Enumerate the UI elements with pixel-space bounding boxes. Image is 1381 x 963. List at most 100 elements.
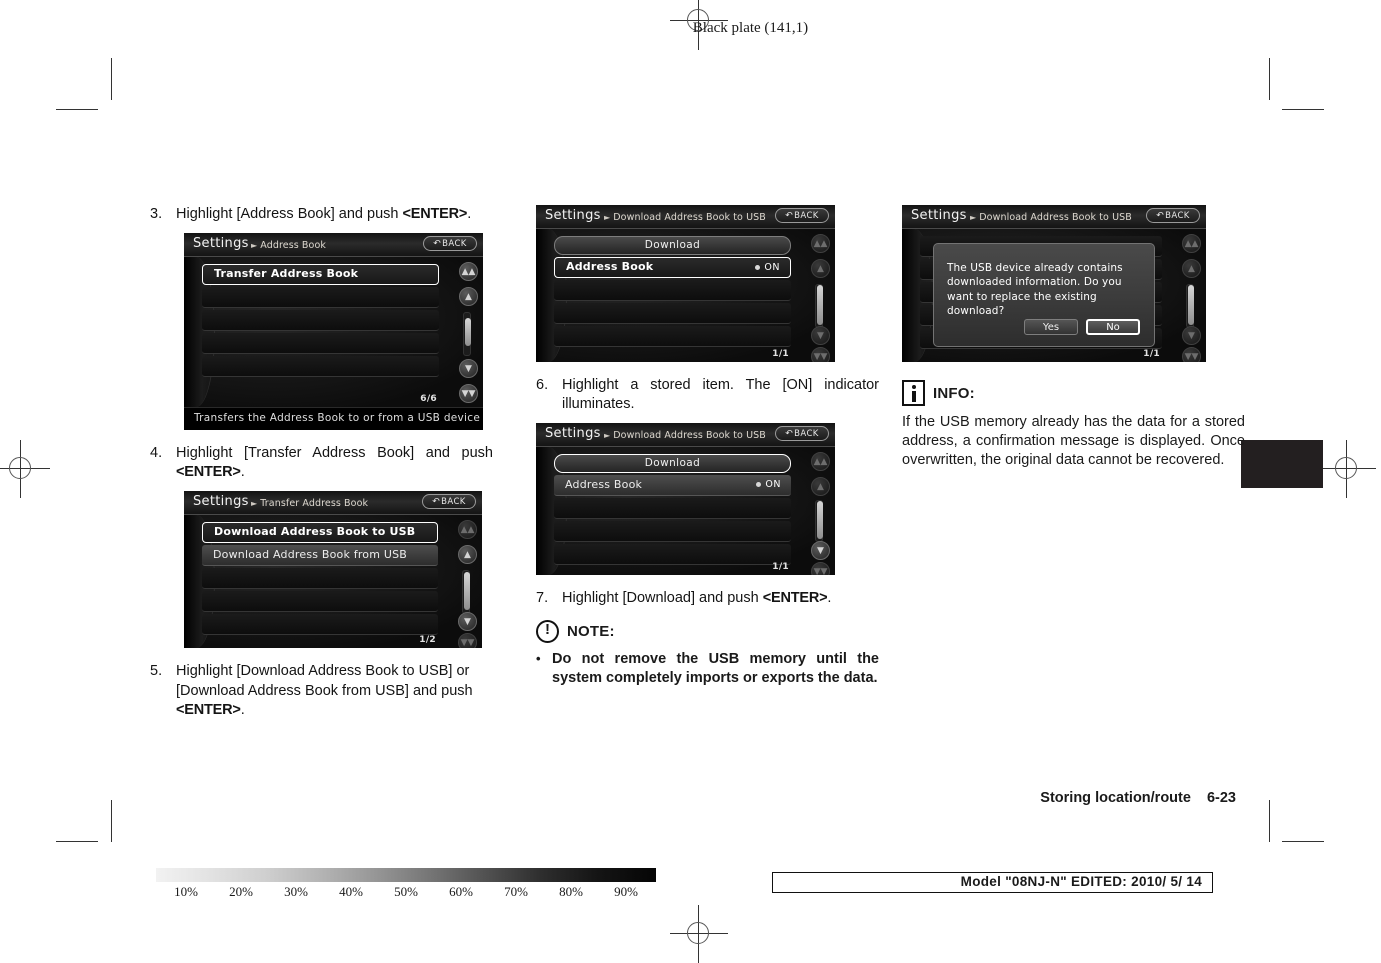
exclamation-icon	[536, 620, 559, 644]
nav-screenshot-download-usb-1: Settings ► Download Address Book to USB ↶…	[536, 205, 835, 362]
scrollbar-thumb-5[interactable]	[1188, 285, 1194, 325]
step-3-text: Highlight [Address Book] and push <ENTER…	[176, 205, 493, 224]
download-button-label: Download	[644, 457, 701, 470]
nav-row-empty[interactable]	[202, 310, 439, 332]
nav-back-label-5: BACK	[1165, 211, 1190, 221]
download-button-2[interactable]: Download	[554, 454, 791, 474]
model-info-box: Model "08NJ-N" EDITED: 2010/ 5/ 14	[772, 872, 1213, 893]
scroll-up-icon[interactable]: ▲	[811, 259, 830, 278]
nav-page-indicator-5: 1/1	[1143, 349, 1160, 359]
nav-row-empty[interactable]	[202, 287, 439, 309]
step-7-enter-key: <ENTER>	[762, 590, 828, 607]
nav-screenshot-transfer-address-book: Settings ► Transfer Address Book ↶BACK Do…	[184, 491, 482, 649]
step-5-text-part1: Highlight [Download Address Book to USB]…	[176, 663, 473, 699]
breadcrumb-arrow-icon: ►	[604, 431, 611, 441]
nav-row-empty[interactable]	[202, 591, 438, 613]
step-5-text: Highlight [Download Address Book to USB]…	[176, 662, 493, 719]
note-callout-header: NOTE:	[536, 620, 879, 644]
step-3-text-part2: .	[467, 206, 472, 222]
nav-page-indicator-4: 1/1	[772, 562, 789, 573]
scroll-down-icon[interactable]: ▼	[458, 612, 477, 632]
scroll-bottom-icon[interactable]: ▼▼	[811, 347, 830, 362]
column-2: Settings ► Download Address Book to USB ↶…	[536, 205, 879, 688]
nav-row-download-to-usb[interactable]: Download Address Book to USB	[202, 522, 438, 544]
scroll-top-icon[interactable]: ▲▲	[458, 520, 477, 540]
step-4-text: Highlight [Transfer Address Book] and pu…	[176, 444, 493, 482]
scroll-top-icon[interactable]: ▲▲	[1182, 234, 1201, 253]
dialog-message: The USB device already contains download…	[947, 262, 1123, 318]
step-5-enter-key: <ENTER>	[176, 701, 241, 718]
nav-body-3: Download Address Book ON ▲▲ ▲ ▼ ▼▼ 1/1	[536, 229, 835, 362]
info-title: INFO:	[933, 384, 975, 402]
scroll-down-icon[interactable]: ▼	[811, 541, 830, 561]
dialog-yes-button[interactable]: Yes	[1024, 319, 1078, 335]
nav-row-empty[interactable]	[554, 544, 791, 566]
gradient-tick: 90%	[614, 884, 638, 899]
nav-row-transfer-address-book[interactable]: Transfer Address Book	[202, 264, 439, 286]
step-4-enter-key: <ENTER>	[176, 464, 241, 481]
scroll-down-icon[interactable]: ▼	[459, 359, 478, 379]
nav-row-empty[interactable]	[202, 568, 438, 590]
step-4-text-part2: .	[240, 464, 245, 481]
scroll-bottom-icon[interactable]: ▼▼	[811, 562, 830, 576]
scroll-up-icon[interactable]: ▲	[1182, 259, 1201, 278]
scroll-top-icon[interactable]: ▲▲	[811, 452, 830, 472]
nav-title-1: Settings	[193, 236, 249, 252]
nav-back-label-1: BACK	[442, 239, 467, 250]
nav-page-indicator-2: 1/2	[419, 635, 436, 646]
scrollbar-thumb-4[interactable]	[817, 501, 823, 540]
nav-back-button-1[interactable]: ↶BACK	[423, 236, 477, 252]
scroll-down-icon[interactable]: ▼	[811, 326, 830, 345]
scroll-down-icon[interactable]: ▼	[1182, 326, 1201, 345]
scroll-top-icon[interactable]: ▲▲	[811, 234, 830, 253]
nav-scroll-controls-3: ▲▲ ▲ ▼ ▼▼	[796, 232, 832, 362]
nav-row-empty[interactable]	[554, 521, 791, 543]
dialog-no-button[interactable]: No	[1086, 319, 1140, 335]
registration-mark-right	[1318, 440, 1376, 498]
nav-row-empty[interactable]	[554, 498, 791, 520]
note-title: NOTE:	[567, 623, 615, 641]
step-4-number: 4.	[150, 445, 163, 462]
nav-back-button-2[interactable]: ↶BACK	[422, 494, 476, 510]
nav-row-empty[interactable]	[554, 326, 791, 347]
back-arrow-icon: ↶	[785, 429, 794, 440]
scroll-up-icon[interactable]: ▲	[459, 287, 478, 307]
nav-back-button-4[interactable]: ↶BACK	[775, 426, 829, 442]
note-body-text: Do not remove the USB memory until the s…	[552, 651, 879, 687]
nav-row-empty[interactable]	[554, 303, 791, 324]
nav-row-download-from-usb[interactable]: Download Address Book from USB	[202, 545, 438, 567]
info-callout-header: INFO:	[902, 380, 1245, 406]
page-columns: 3. Highlight [Address Book] and push <EN…	[150, 205, 1245, 765]
nav-row-empty[interactable]	[202, 356, 439, 378]
step-6-number: 6.	[536, 377, 549, 393]
scroll-bottom-icon[interactable]: ▼▼	[1182, 347, 1201, 362]
gradient-tick: 80%	[559, 884, 583, 899]
breadcrumb-arrow-icon: ►	[251, 499, 258, 509]
scroll-bottom-icon[interactable]: ▼▼	[459, 384, 478, 404]
gradient-tick: 30%	[284, 884, 308, 899]
scroll-up-icon[interactable]: ▲	[811, 477, 830, 497]
nav-scroll-controls-4: ▲▲ ▲ ▼ ▼▼	[796, 450, 832, 576]
scroll-up-icon[interactable]: ▲	[458, 545, 477, 565]
nav-row-empty[interactable]	[202, 614, 438, 636]
nav-back-button-3[interactable]: ↶BACK	[775, 208, 829, 223]
nav-back-button-5[interactable]: ↶BACK	[1146, 208, 1200, 223]
scrollbar-thumb-3[interactable]	[817, 285, 823, 325]
nav-row-address-book-2[interactable]: Address Book ON	[554, 475, 791, 497]
nav-breadcrumb-3: ► Download Address Book to USB	[604, 212, 766, 223]
scroll-bottom-icon[interactable]: ▼▼	[458, 633, 477, 649]
step-7: 7. Highlight [Download] and push <ENTER>…	[536, 589, 879, 608]
scrollbar-thumb-2[interactable]	[464, 572, 470, 611]
step-5-text-part2: .	[240, 701, 245, 718]
scrollbar-thumb-1[interactable]	[465, 318, 471, 347]
scroll-top-icon[interactable]: ▲▲	[459, 262, 478, 282]
gradient-tick: 50%	[394, 884, 418, 899]
nav-row-empty[interactable]	[202, 333, 439, 355]
nav-row-address-book-1[interactable]: Address Book ON	[554, 257, 791, 278]
nav-back-label-4: BACK	[794, 429, 819, 440]
on-indicator-label: ON	[765, 479, 781, 491]
information-icon	[902, 380, 925, 406]
nav-title-3: Settings	[545, 208, 601, 223]
nav-row-empty[interactable]	[554, 280, 791, 301]
download-button-1[interactable]: Download	[554, 236, 791, 255]
